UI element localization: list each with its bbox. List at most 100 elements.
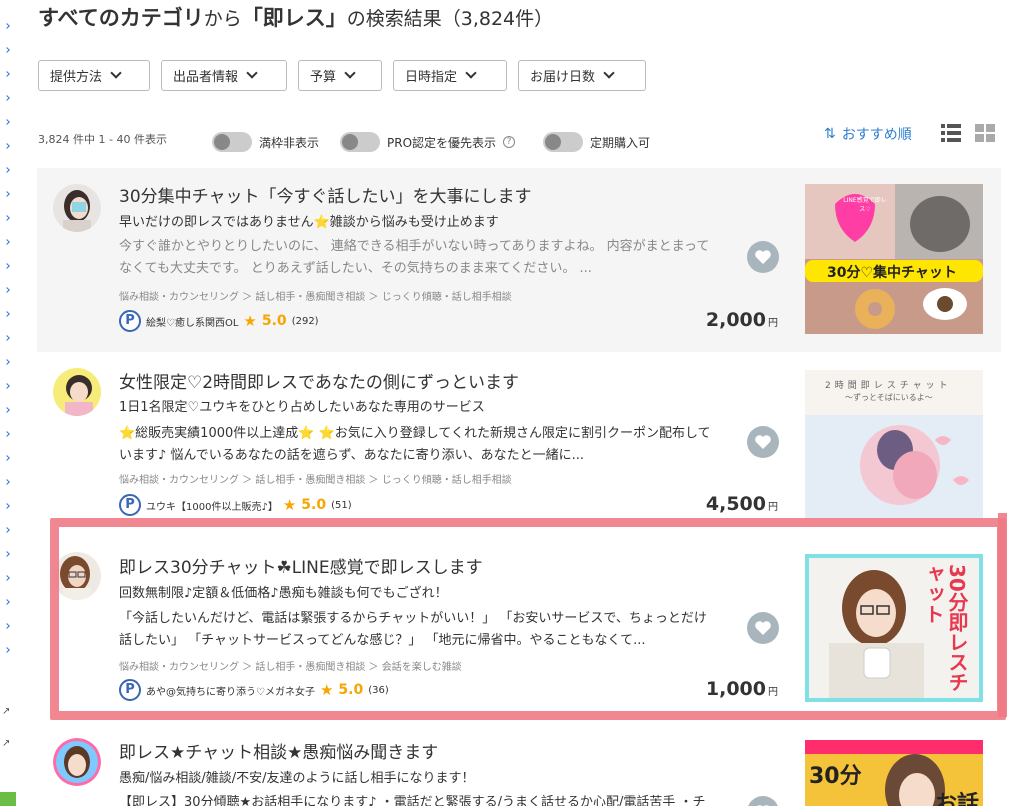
seller-name[interactable]: ユウキ【1000件以上販売♪】 [146,498,278,513]
external-link-icon[interactable]: ↗ [2,706,10,717]
chevron-right-icon[interactable] [4,479,10,485]
title-from: から [203,8,242,30]
chevron-right-icon[interactable] [4,551,10,557]
favorite-button[interactable] [747,241,779,273]
chevron-right-icon[interactable] [4,599,10,605]
filter-delivery-method[interactable]: 提供方法 [38,60,150,91]
chevron-right-icon[interactable] [4,503,10,509]
listing-thumbnail[interactable]: 30分 お話 [805,740,983,806]
list-view-icon[interactable] [941,124,961,142]
filter-label: 出品者情報 [173,70,239,85]
toggle-label: 満枠非表示 [259,135,320,150]
toggle-label: PRO認定を優先表示 [387,135,497,150]
heart-icon [755,250,771,264]
left-edge-nav: ↗ ↗ [0,0,18,806]
listing-category[interactable]: 悩み相談・カウンセリング ＞ 話し相手・愚痴聞き相談 ＞ じっくり傾聴・話し相手… [119,288,512,303]
highlight-box [50,518,1006,720]
chevron-right-icon[interactable] [4,527,10,533]
filter-seller-info[interactable]: 出品者情報 [161,60,287,91]
listing-thumbnail[interactable]: 30分♡集中チャット LINE感覚で即レス♡ [805,184,983,334]
listing-card[interactable]: 30分集中チャット「今すぐ話したい」を大事にします 早いだけの即レスではありませ… [37,168,1001,352]
grid-view-icon[interactable] [975,124,995,142]
chevron-right-icon[interactable] [4,287,10,293]
listing-card[interactable]: 即レス★チャット相談★愚痴悩み聞きます 愚痴/悩み相談/雑談/不安/友達のように… [37,722,1001,806]
toggle-switch[interactable] [340,132,380,152]
green-tab[interactable] [0,792,16,806]
filter-label: 日時指定 [405,70,458,85]
listing-title[interactable]: 女性限定♡2時間即レスであなたの側にずっといます [119,368,519,393]
seller-avatar[interactable] [53,738,101,786]
thumbnail-badge: ～ずっとそばにいるよ～ [845,393,933,402]
chevron-right-icon[interactable] [4,575,10,581]
filter-date[interactable]: 日時指定 [393,60,507,91]
chevron-right-icon[interactable] [4,455,10,461]
title-query: 「即レス」 [241,6,347,30]
chevron-right-icon[interactable] [4,23,10,29]
toggle-switch[interactable] [212,132,252,152]
listing-title[interactable]: 即レス★チャット相談★愚痴悩み聞きます [119,738,438,763]
star-icon: ★ [282,496,297,514]
seller-avatar[interactable] [53,368,101,416]
chevron-right-icon[interactable] [4,167,10,173]
chevron-right-icon[interactable] [4,623,10,629]
chevron-down-icon [110,67,122,79]
chevron-right-icon[interactable] [4,359,10,365]
chevron-right-icon[interactable] [4,71,10,77]
listing-category[interactable]: 悩み相談・カウンセリング ＞ 話し相手・愚痴聞き相談 ＞ じっくり傾聴・話し相手… [119,471,512,486]
chevron-right-icon[interactable] [4,239,10,245]
price-unit: 円 [768,318,778,329]
toggle-switch[interactable] [543,132,583,152]
external-link-icon[interactable]: ↗ [2,738,10,749]
help-icon[interactable]: ? [503,136,516,148]
heart-icon [755,435,771,449]
results-toolbar: 3,824 件中 1 - 40 件表示 満枠非表示 PRO認定を優先表示? 定期… [38,124,1000,156]
chevron-right-icon[interactable] [4,215,10,221]
listing-title[interactable]: 30分集中チャット「今すぐ話したい」を大事にします [119,182,531,207]
chevron-right-icon[interactable] [4,407,10,413]
seller-info[interactable]: P ユウキ【1000件以上販売♪】 ★ 5.0 (51) [119,494,352,516]
listing-card[interactable]: 女性限定♡2時間即レスであなたの側にずっといます 1日1名限定♡ユウキをひとり占… [37,352,1001,536]
title-category[interactable]: すべてのカテゴリ [38,6,204,30]
toggle-pro-first[interactable]: PRO認定を優先表示? [340,132,516,152]
title-count: （3,824件） [441,8,554,30]
favorite-button[interactable] [747,796,779,806]
filter-delivery-days[interactable]: お届け日数 [518,60,646,91]
chevron-right-icon[interactable] [4,191,10,197]
toggle-subscription[interactable]: 定期購入可 [543,132,650,152]
chevron-right-icon[interactable] [4,143,10,149]
chevron-down-icon [465,67,477,79]
chevron-right-icon[interactable] [4,119,10,125]
rating-value: 5.0 [261,313,287,329]
chevron-down-icon [603,67,615,79]
listing-price: 4,500 円 [682,493,778,515]
highlight-edge [998,513,1007,717]
price-value: 2,000 [705,309,766,331]
review-count: (292) [291,315,319,327]
favorite-button[interactable] [747,426,779,458]
seller-info[interactable]: P 絵梨♡癒し系関西OL ★ 5.0 (292) [119,310,319,332]
chevron-right-icon[interactable] [4,335,10,341]
chevron-right-icon[interactable] [4,47,10,53]
pro-badge-icon: P [119,494,141,516]
filter-budget[interactable]: 予算 [298,60,382,91]
rating-value: 5.0 [301,497,327,513]
seller-name[interactable]: 絵梨♡癒し系関西OL [146,314,238,329]
seller-avatar[interactable] [53,184,101,232]
sort-label: おすすめ順 [841,127,912,143]
chevron-right-icon[interactable] [4,431,10,437]
chevron-right-icon[interactable] [4,95,10,101]
sort-dropdown[interactable]: ⇅ おすすめ順 [824,124,912,144]
listing-description: 今すぐ誰かとやりとりしたいのに、 連絡できる相手がいない時ってありますよね。 内… [119,239,710,276]
chevron-right-icon[interactable] [4,263,10,269]
listing-subtitle: 愚痴/悩み相談/雑談/不安/友達のように話し相手になります！ [119,771,475,786]
chevron-right-icon[interactable] [4,311,10,317]
sort-arrows-icon: ⇅ [824,126,836,142]
chevron-right-icon[interactable] [4,383,10,389]
filter-bar: 提供方法 出品者情報 予算 日時指定 お届け日数 [38,60,646,91]
filter-label: 予算 [310,70,337,85]
toggle-hide-full[interactable]: 満枠非表示 [212,132,319,152]
thumbnail-text: 2時間即レスチャット [825,381,952,391]
listing-thumbnail[interactable]: 2時間即レスチャット ～ずっとそばにいるよ～ [805,370,983,520]
chevron-right-icon[interactable] [4,647,10,653]
listing-price: 2,000 円 [682,309,778,331]
